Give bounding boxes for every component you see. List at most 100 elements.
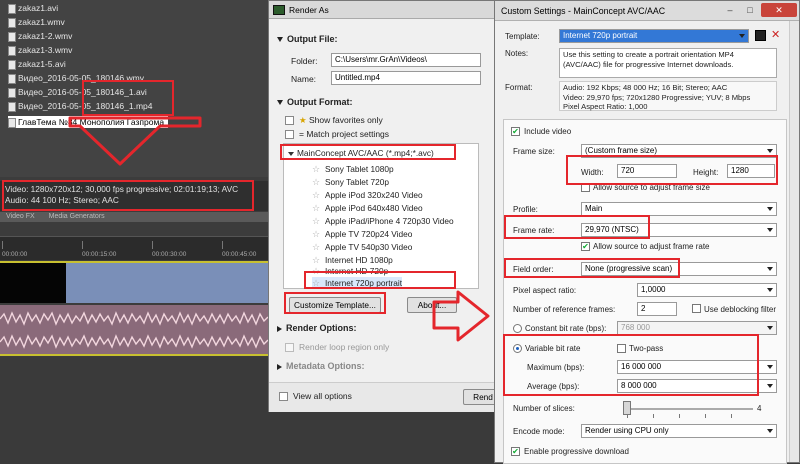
ref-frames-label: Number of reference frames: (513, 305, 616, 314)
file-icon (8, 87, 16, 98)
media-file-selected[interactable]: ГлавТема №84 Монополия Газпрома (8, 116, 169, 128)
audio-track[interactable] (0, 305, 268, 355)
cbr-radio[interactable] (513, 324, 522, 333)
star-icon: ☆ (312, 177, 321, 187)
format-audio: Audio: 192 Kbps; 48 000 Hz; 16 Bit; Ster… (563, 83, 728, 92)
render-options-header[interactable]: Render Options: (277, 323, 357, 333)
ref-frames-field[interactable]: 2 (637, 302, 677, 316)
encode-mode-select[interactable]: Render using CPU only (581, 424, 777, 438)
pixel-aspect-select[interactable]: 1,0000 (637, 283, 777, 297)
tick-line (82, 241, 83, 249)
slider-tick (627, 414, 628, 418)
format-par: Pixel Aspect Ratio: 1,000 (563, 102, 648, 111)
cbr-label: Constant bit rate (bps): (525, 324, 607, 333)
show-favorites-checkbox[interactable] (285, 116, 294, 125)
video-track[interactable] (0, 263, 268, 303)
slices-value: 4 (757, 404, 762, 413)
star-icon: ☆ (312, 216, 321, 226)
template-item[interactable]: ☆ Apple iPad/iPhone 4 720p30 Video (312, 215, 454, 228)
folder-field[interactable]: C:\Users\mr.GrAn\Videos\ (331, 53, 481, 67)
tick-label: 00:00:30:00 (152, 251, 187, 258)
output-format-header[interactable]: Output Format: (277, 97, 353, 107)
delete-template-icon[interactable]: ✕ (771, 29, 780, 41)
slices-slider-thumb[interactable] (623, 401, 631, 415)
format-summary: Audio: 192 Kbps; 48 000 Hz; 16 Bit; Ster… (559, 81, 777, 111)
video-clip-black (0, 263, 66, 303)
save-template-icon[interactable] (755, 30, 766, 41)
file-icon (8, 101, 16, 112)
include-video-checkbox[interactable]: ✔ (511, 127, 520, 136)
template-item[interactable]: ☆ Sony Tablet 720p (312, 176, 389, 189)
cbr-select[interactable]: 768 000 (617, 321, 777, 335)
allow-adjust-rate-checkbox[interactable]: ✔ (581, 242, 590, 251)
file-icon (8, 45, 16, 56)
vegas-app-icon (273, 5, 285, 15)
progressive-download-checkbox[interactable]: ✔ (511, 447, 520, 456)
tab-media-generators[interactable]: Media Generators (43, 212, 111, 222)
media-file[interactable]: zakaz1.avi (8, 2, 58, 14)
format-tree[interactable]: MainConcept AVC/AAC (*.mp4;*.avc) ☆ Sony … (283, 143, 479, 289)
media-file[interactable]: zakaz1-5.avi (8, 58, 66, 70)
name-field[interactable]: Untitled.mp4 (331, 71, 481, 85)
star-icon: ☆ (312, 229, 321, 239)
highlight-template (304, 271, 456, 289)
match-project-label: = Match project settings (299, 129, 390, 139)
profile-select[interactable]: Main (581, 202, 777, 216)
metadata-options-header[interactable]: Metadata Options: (277, 361, 365, 371)
minimize-icon[interactable]: – (721, 3, 739, 17)
tick-line (222, 241, 223, 249)
media-file[interactable]: zakaz1-3.wmv (8, 44, 72, 56)
close-icon[interactable]: ✕ (761, 3, 797, 17)
media-file[interactable]: zakaz1-2.wmv (8, 30, 72, 42)
highlight-format-group (280, 144, 456, 160)
audio-track-border (0, 354, 268, 356)
maximize-icon[interactable]: □ (741, 3, 759, 17)
timeline-ruler[interactable]: 00:00:00 00:00:15:00 00:00:30:00 00:00:4… (0, 236, 268, 260)
slices-slider-track[interactable] (623, 408, 753, 410)
deblocking-label: Use deblocking filter (704, 305, 777, 314)
file-icon (8, 3, 16, 14)
template-item[interactable]: ☆ Apple iPod 640x480 Video (312, 202, 423, 215)
render-loop-label: Render loop region only (299, 342, 390, 352)
tick-line (2, 241, 3, 249)
encode-mode-label: Encode mode: (513, 427, 565, 436)
template-item[interactable]: ☆ Sony Tablet 1080p (312, 163, 394, 176)
vegas-editor: zakaz1.avi zakaz1.wmv zakaz1-2.wmv zakaz… (0, 0, 268, 463)
tick-line (152, 241, 153, 249)
tick-label: 00:00:15:00 (82, 251, 117, 258)
vertical-scrollbar[interactable] (789, 21, 799, 462)
slider-tick (731, 414, 732, 418)
format-video: Video: 29,970 fps; 720x1280 Progressive;… (563, 92, 751, 102)
timeline-empty-area[interactable] (0, 357, 268, 463)
match-project-checkbox[interactable] (285, 130, 294, 139)
custom-settings-titlebar[interactable]: Custom Settings - MainConcept AVC/AAC – … (495, 1, 799, 21)
expand-arrow-icon (277, 325, 282, 332)
template-item[interactable]: ☆ Apple iPod 320x240 Video (312, 189, 423, 202)
render-as-titlebar[interactable]: Render As (269, 1, 499, 19)
template-item[interactable]: ☆ Apple TV 720p24 Video (312, 228, 412, 241)
output-file-header[interactable]: Output File: (277, 34, 338, 44)
profile-label: Profile: (513, 205, 538, 214)
highlight-file-names (82, 80, 174, 116)
star-icon: ★ (299, 115, 307, 125)
notes-field[interactable]: Use this setting to create a portrait or… (559, 48, 777, 78)
render-loop-checkbox[interactable] (285, 343, 294, 352)
highlight-bitrate (503, 334, 759, 396)
star-icon: ☆ (312, 203, 321, 213)
template-select[interactable]: Internet 720p portrait (559, 29, 749, 43)
media-file[interactable]: zakaz1.wmv (8, 16, 65, 28)
slider-tick (705, 414, 706, 418)
tick-label: 00:00:00 (2, 251, 28, 258)
render-as-dialog: Render As Output File: Folder: C:\Users\… (268, 0, 503, 412)
dialog-footer: View all options Rend (269, 382, 503, 412)
star-icon: ☆ (312, 164, 321, 174)
deblocking-checkbox[interactable] (692, 304, 701, 313)
view-all-checkbox[interactable] (279, 392, 288, 401)
file-icon (8, 31, 16, 42)
name-label: Name: (291, 74, 317, 84)
notes-label: Notes: (505, 49, 529, 58)
about-button[interactable]: About... (407, 297, 457, 313)
template-item[interactable]: ☆ Apple TV 540p30 Video (312, 241, 412, 254)
tab-video-fx[interactable]: Video FX (0, 212, 41, 222)
file-icon (8, 59, 16, 70)
